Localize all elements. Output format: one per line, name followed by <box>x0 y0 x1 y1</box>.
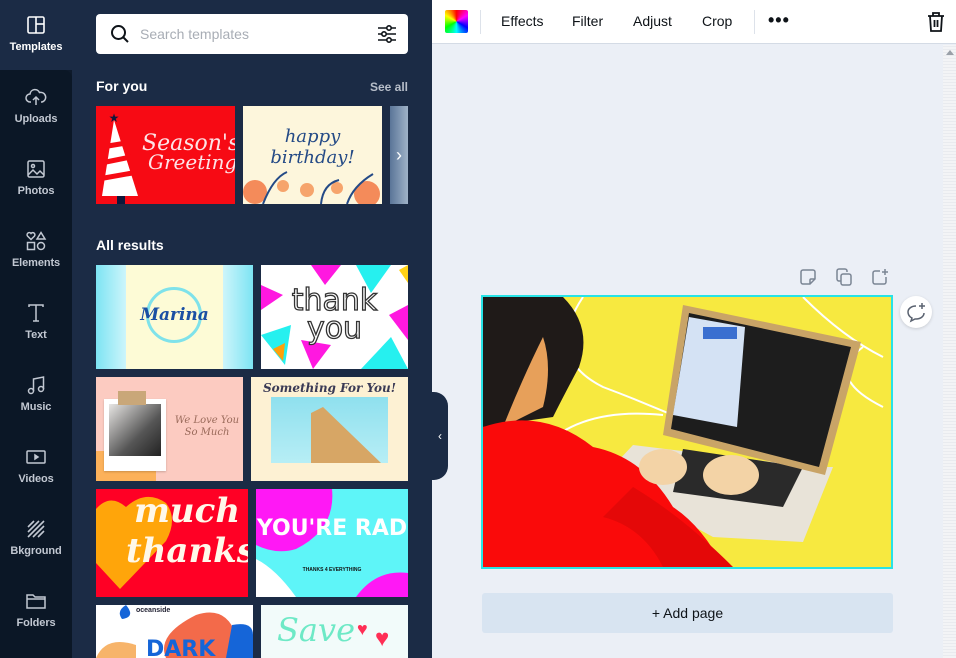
nav-item-videos[interactable]: Videos <box>0 446 72 510</box>
nav-item-photos[interactable]: Photos <box>0 158 72 222</box>
flowers-decoration <box>243 171 380 204</box>
nav-label: Templates <box>9 41 63 53</box>
nav-label: Music <box>20 401 52 413</box>
chevron-right-icon: › <box>396 144 402 165</box>
heart-icon: ♥ <box>375 625 390 652</box>
template-text: Something For You! <box>262 381 396 395</box>
template-thumb-youre-rad[interactable]: YOU'RE RAD THANKS 4 EVERYTHING <box>256 489 408 597</box>
for-you-heading: For you <box>96 78 148 94</box>
folder-icon <box>25 590 47 612</box>
nav-item-music[interactable]: Music <box>0 374 72 438</box>
nav-label: Text <box>25 329 47 341</box>
vertical-scrollbar[interactable] <box>943 45 956 658</box>
nav-label: Elements <box>11 257 61 269</box>
template-thumb-marina[interactable]: Marina <box>96 265 253 369</box>
nav-label: Folders <box>16 617 56 629</box>
duplicate-page-icon[interactable] <box>835 268 853 286</box>
editor-app: Templates Uploads Photos Elements Text M… <box>0 0 956 658</box>
filter-button[interactable]: Filter <box>572 13 603 29</box>
chevron-left-icon: ‹ <box>438 429 442 443</box>
heart-icon: ♥ <box>357 619 368 639</box>
template-text: Marina <box>140 305 209 325</box>
cloud-upload-icon <box>25 86 47 108</box>
templates-icon <box>25 14 47 36</box>
design-canvas-image[interactable] <box>481 295 893 569</box>
template-subtext: Greetings! <box>148 150 235 174</box>
template-thumb-happy-birthday[interactable]: happy birthday! . <box>243 106 382 204</box>
background-hatch-icon <box>25 518 47 540</box>
nav-item-text[interactable]: Text <box>0 302 72 366</box>
toolbar-divider <box>480 10 481 34</box>
template-thumb-seasons-greetings[interactable]: ★ Season's Greetings! Greetings! <box>96 106 235 204</box>
nav-label: Photos <box>17 185 55 197</box>
all-results-heading: All results <box>96 237 164 253</box>
blob-shapes <box>256 489 408 597</box>
template-text: happy birthday! <box>270 126 355 168</box>
photo-person-laptop <box>483 297 891 567</box>
template-text: Save <box>277 611 356 649</box>
page-notes-icon[interactable] <box>799 268 817 286</box>
nav-item-elements[interactable]: Elements <box>0 230 72 294</box>
svg-text:★: ★ <box>109 111 120 125</box>
see-all-link[interactable]: See all <box>370 80 408 94</box>
template-text: thank you <box>291 283 378 346</box>
more-options-button[interactable]: ••• <box>768 11 790 29</box>
comment-plus-icon <box>907 303 925 323</box>
video-play-icon <box>25 446 47 468</box>
scroll-up-arrow-icon[interactable] <box>946 50 954 55</box>
carousel-next-button[interactable]: › <box>390 106 408 204</box>
templates-panel: For you See all ★ Season's Greetings! Gr… <box>72 0 432 658</box>
nav-item-background[interactable]: Bkground <box>0 518 72 582</box>
nav-label: Bkground <box>10 545 62 557</box>
template-thumb-save-the-date[interactable]: Save ♥ ♥ <box>261 605 408 658</box>
trash-icon[interactable] <box>926 11 946 33</box>
nav-item-uploads[interactable]: Uploads <box>0 86 72 150</box>
nav-rail: Templates Uploads Photos Elements Text M… <box>0 0 72 658</box>
template-text: YOU'RE RAD <box>256 516 408 541</box>
shapes-icon <box>25 230 47 252</box>
template-text: much thanks <box>126 491 248 571</box>
add-comment-button[interactable] <box>900 296 932 328</box>
search-icon <box>109 23 131 45</box>
image-icon <box>25 158 47 180</box>
collapse-panel-button[interactable]: ‹ <box>432 392 448 480</box>
nav-item-folders[interactable]: Folders <box>0 590 72 654</box>
text-icon <box>25 302 47 324</box>
filter-sliders-icon[interactable] <box>376 23 398 45</box>
add-page-button[interactable]: + Add page <box>482 593 893 633</box>
image-toolbar: Effects Filter Adjust Crop ••• <box>432 0 956 44</box>
toolbar-divider <box>754 10 755 34</box>
add-page-icon[interactable] <box>871 268 889 286</box>
template-thumb-oceanside-dark[interactable]: oceanside DARK <box>96 605 253 658</box>
template-thumb-thank-you[interactable]: thank you <box>261 265 408 369</box>
template-text: DARK <box>146 637 216 658</box>
template-thumb-much-thanks[interactable]: much thanks <box>96 489 248 597</box>
template-subtext: oceanside <box>136 607 171 614</box>
template-thumb-something-for-you[interactable]: Something For You! <box>251 377 408 481</box>
template-text: We Love You So Much <box>174 415 240 438</box>
search-box <box>96 14 408 54</box>
color-picker-button[interactable] <box>445 10 468 33</box>
adjust-button[interactable]: Adjust <box>633 13 672 29</box>
music-note-icon <box>25 374 47 396</box>
nav-label: Uploads <box>14 113 58 125</box>
nav-label: Videos <box>18 473 54 485</box>
template-subtext: THANKS 4 EVERYTHING <box>302 567 362 573</box>
template-thumb-we-love-you[interactable]: We Love You So Much <box>96 377 243 481</box>
nav-item-templates[interactable]: Templates <box>0 14 72 78</box>
crop-button[interactable]: Crop <box>702 13 732 29</box>
effects-button[interactable]: Effects <box>501 13 544 29</box>
search-input[interactable] <box>140 26 360 42</box>
flatiron-building <box>311 407 381 463</box>
